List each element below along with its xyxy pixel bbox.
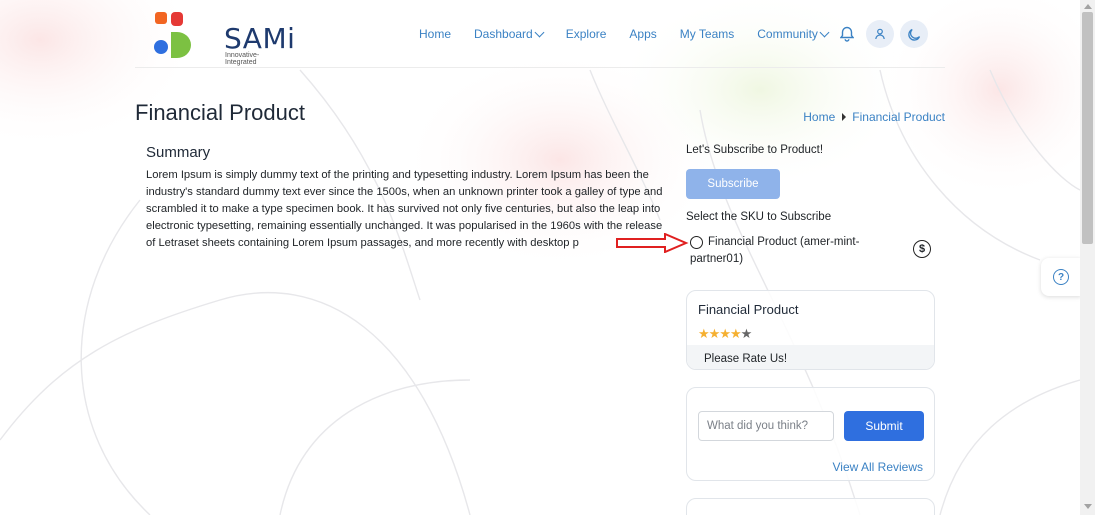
review-card: Submit View All Reviews [686, 387, 935, 481]
nav-home-label: Home [419, 27, 452, 41]
star-icon[interactable]: ★ [698, 326, 710, 341]
sku-radio-button[interactable] [690, 236, 703, 249]
scroll-up-icon[interactable] [1084, 4, 1092, 9]
help-button[interactable]: ? [1041, 258, 1081, 296]
nav-home[interactable]: Home [419, 27, 451, 41]
nav-community[interactable]: Community [757, 27, 830, 41]
subscribe-button[interactable]: Subscribe [686, 169, 780, 199]
subscribe-label: Let's Subscribe to Product! [686, 144, 824, 156]
next-card [686, 498, 935, 515]
rating-card-title: Financial Product [698, 302, 799, 317]
theme-toggle-button[interactable] [900, 20, 928, 48]
view-all-reviews-link[interactable]: View All Reviews [833, 460, 923, 474]
brand-tagline: Innovative-Integrated [225, 52, 260, 66]
nav-my-teams[interactable]: My Teams [680, 27, 734, 41]
moon-icon [907, 28, 920, 41]
profile-button[interactable] [866, 20, 894, 48]
notifications-button[interactable] [833, 20, 861, 48]
user-icon [875, 28, 885, 40]
chevron-down-icon [819, 27, 830, 37]
star-icon[interactable]: ★ [709, 326, 721, 341]
breadcrumb-separator-icon [842, 113, 847, 121]
star-icon[interactable]: ★ [719, 326, 731, 341]
rating-card: Financial Product ★★★★★ Please Rate Us! [686, 290, 935, 370]
sami-logo-icon [154, 12, 191, 58]
scroll-down-icon[interactable] [1084, 504, 1092, 509]
nav-apps-label: Apps [629, 27, 657, 41]
nav-dashboard-label: Dashboard [474, 27, 533, 41]
breadcrumb: Home Financial Product [803, 110, 945, 124]
nav-explore-label: Explore [565, 27, 607, 41]
question-icon: ? [1053, 269, 1069, 285]
breadcrumb-current[interactable]: Financial Product [852, 110, 945, 124]
dollar-icon: $ [913, 240, 931, 258]
nav-dashboard[interactable]: Dashboard [474, 27, 545, 41]
sku-option-label: Financial Product (amer-mint-partner01) [690, 236, 860, 265]
vertical-scrollbar[interactable] [1080, 0, 1095, 515]
bell-icon [840, 26, 854, 42]
summary-heading: Summary [146, 144, 211, 161]
nav-community-label: Community [757, 27, 818, 41]
review-input[interactable] [698, 411, 834, 441]
star-rating[interactable]: ★★★★★ [698, 326, 753, 342]
top-navbar: SAMi Innovative-Integrated Home Dashboar… [135, 0, 945, 68]
brand-logo[interactable]: SAMi Innovative-Integrated [153, 10, 295, 66]
breadcrumb-home[interactable]: Home [803, 110, 835, 124]
summary-text: Lorem Ipsum is simply dummy text of the … [146, 169, 663, 249]
star-icon[interactable]: ★ [741, 326, 753, 341]
brand-name: SAMi [224, 22, 296, 55]
nav-my-teams-label: My Teams [679, 27, 735, 41]
page-title: Financial Product [135, 100, 305, 125]
sku-select-label: Select the SKU to Subscribe [686, 211, 832, 223]
scrollbar-thumb[interactable] [1082, 12, 1093, 244]
star-icon[interactable]: ★ [730, 326, 742, 341]
chevron-down-icon [534, 27, 545, 37]
red-arrow-annotation-icon [616, 233, 689, 253]
main-nav: Home Dashboard Explore Apps My Teams Com… [419, 20, 851, 48]
rate-prompt: Please Rate Us! [704, 353, 788, 365]
nav-explore[interactable]: Explore [566, 27, 607, 41]
submit-review-button[interactable]: Submit [844, 411, 924, 441]
nav-apps[interactable]: Apps [629, 27, 656, 41]
